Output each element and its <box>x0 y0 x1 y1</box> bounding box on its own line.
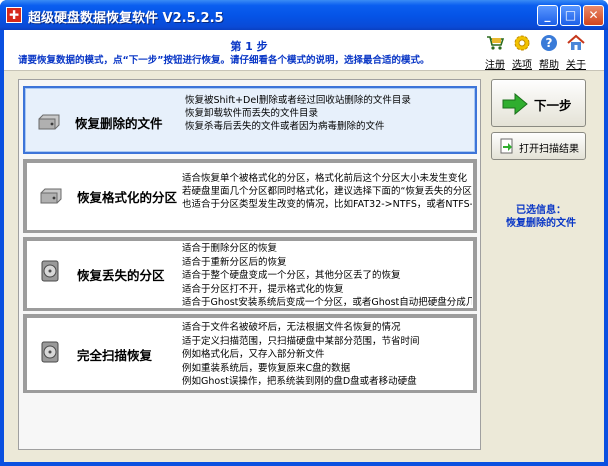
description-line: 适合恢复单个被格式化的分区，格式化前后这个分区大小未发生变化 <box>182 173 468 184</box>
step-header: 第 1 步 请要恢复数据的模式，点“下一步”按钮进行恢复。请仔细看各个模式的说明… <box>4 30 604 71</box>
mode-recover-deleted[interactable]: 恢复删除的文件 恢复被Shift+Del删除或者经过回收站删除的文件目录 恢复卸… <box>23 86 477 154</box>
title-bar[interactable]: ✚ 超级硬盘数据恢复软件 V2.5.2.5 _ □ ✕ <box>0 0 608 30</box>
arrow-right-icon <box>502 93 528 115</box>
document-arrow-icon <box>500 138 513 154</box>
mode-description: 适合恢复单个被格式化的分区，格式化前后这个分区大小未发生变化 若硬盘里面几个分区… <box>182 172 472 211</box>
about-button[interactable]: 关于 <box>563 34 589 71</box>
maximize-button[interactable]: □ <box>560 5 581 26</box>
hard-disk-icon <box>40 188 62 204</box>
disk-platter-icon <box>41 260 59 282</box>
options-label: 选项 <box>512 60 532 71</box>
minimize-button[interactable]: _ <box>537 5 558 26</box>
open-scan-results-button[interactable]: 打开扫描结果 <box>491 132 586 160</box>
register-button[interactable]: 注册 <box>482 34 508 71</box>
cart-icon <box>487 36 505 50</box>
description-line: 恢复杀毒后丢失的文件或者因为病毒删除的文件 <box>185 121 385 132</box>
description-line: 适合于重新分区后的恢复 <box>182 256 287 268</box>
help-icon: ? <box>541 35 557 51</box>
description-line: 例如Ghost误操作，把系统装到刚的盘D盘或者移动硬盘 <box>182 376 417 387</box>
description-line: 适合于删除分区的恢复 <box>182 243 278 254</box>
mode-label: 恢复丢失的分区 <box>77 268 165 283</box>
description-line: 适于定义扫描范围，只扫描硬盘中某部分范围，节省时间 <box>182 335 420 347</box>
gear-icon <box>514 35 530 51</box>
selected-info-value: 恢复删除的文件 <box>506 218 576 229</box>
open-scan-results-label: 打开扫描结果 <box>519 144 579 155</box>
disk-platter-icon <box>41 341 59 363</box>
description-line: 恢复卸载软件而丢失的文件目录 <box>185 108 319 119</box>
selected-info: 已选信息： 恢复删除的文件 <box>491 204 591 230</box>
svg-text:?: ? <box>546 36 553 50</box>
app-window: ✚ 超级硬盘数据恢复软件 V2.5.2.5 _ □ ✕ 第 1 步 请要恢复数据… <box>0 0 608 466</box>
next-step-button[interactable]: 下一步 <box>491 79 586 127</box>
description-line: 适合于文件名被破坏后，无法根据文件名恢复的情况 <box>182 322 401 333</box>
recovery-mode-list: 恢复删除的文件 恢复被Shift+Del删除或者经过回收站删除的文件目录 恢复卸… <box>18 79 481 450</box>
hard-disk-icon <box>38 114 60 130</box>
description-line: 适合于分区打不开，提示格式化的恢复 <box>182 283 344 295</box>
help-label: 帮助 <box>539 60 559 71</box>
mode-label: 恢复格式化的分区 <box>77 190 178 205</box>
description-line: 适合于整个硬盘变成一个分区，其他分区丢了的恢复 <box>182 270 401 281</box>
mode-description: 适合于文件名被破坏后，无法根据文件名恢复的情况 适于定义扫描范围，只扫描硬盘中某… <box>182 321 472 389</box>
mode-label: 完全扫描恢复 <box>77 348 153 363</box>
description-line: 例如重装系统后，要恢复原来C盘的数据 <box>182 362 351 374</box>
about-label: 关于 <box>566 60 586 71</box>
client-area: 第 1 步 请要恢复数据的模式，点“下一步”按钮进行恢复。请仔细看各个模式的说明… <box>4 30 604 462</box>
mode-description: 恢复被Shift+Del删除或者经过回收站删除的文件目录 恢复卸载软件而丢失的文… <box>185 94 475 133</box>
close-button[interactable]: ✕ <box>583 5 604 26</box>
mode-label: 恢复删除的文件 <box>75 116 163 131</box>
window-title: 超级硬盘数据恢复软件 V2.5.2.5 <box>28 11 224 26</box>
register-label: 注册 <box>485 60 505 71</box>
description-line: 若硬盘里面几个分区都同时格式化，建议选择下面的“恢复丢失的分区 <box>182 186 472 197</box>
mode-recover-lost-partition[interactable]: 恢复丢失的分区 适合于删除分区的恢复 适合于重新分区后的恢复 适合于整个硬盘变成… <box>23 237 477 311</box>
description-line: 也适合于分区类型发生改变的情况，比如FAT32->NTFS，或者NTFS->F <box>182 199 472 210</box>
help-button[interactable]: ? 帮助 <box>536 34 562 71</box>
description-line: 恢复被Shift+Del删除或者经过回收站删除的文件目录 <box>185 95 411 106</box>
description-line: 适合于Ghost安装系统后变成一个分区，或者Ghost自动把硬盘分成几个 <box>182 297 472 308</box>
options-button[interactable]: 选项 <box>509 34 535 71</box>
mode-full-scan[interactable]: 完全扫描恢复 适合于文件名被破坏后，无法根据文件名恢复的情况 适于定义扫描范围，… <box>23 314 477 393</box>
next-step-label: 下一步 <box>534 98 572 113</box>
selected-info-prefix: 已选信息： <box>516 205 566 216</box>
app-icon: ✚ <box>6 7 22 23</box>
description-line: 例如格式化后，又存入部分新文件 <box>182 349 325 360</box>
mode-description: 适合于删除分区的恢复 适合于重新分区后的恢复 适合于整个硬盘变成一个分区，其他分… <box>182 242 472 310</box>
mode-recover-formatted[interactable]: 恢复格式化的分区 适合恢复单个被格式化的分区，格式化前后这个分区大小未发生变化 … <box>23 159 477 233</box>
instruction-text: 请要恢复数据的模式，点“下一步”按钮进行恢复。请仔细看各个模式的说明，选择最合适… <box>18 55 430 66</box>
home-icon <box>567 34 585 50</box>
